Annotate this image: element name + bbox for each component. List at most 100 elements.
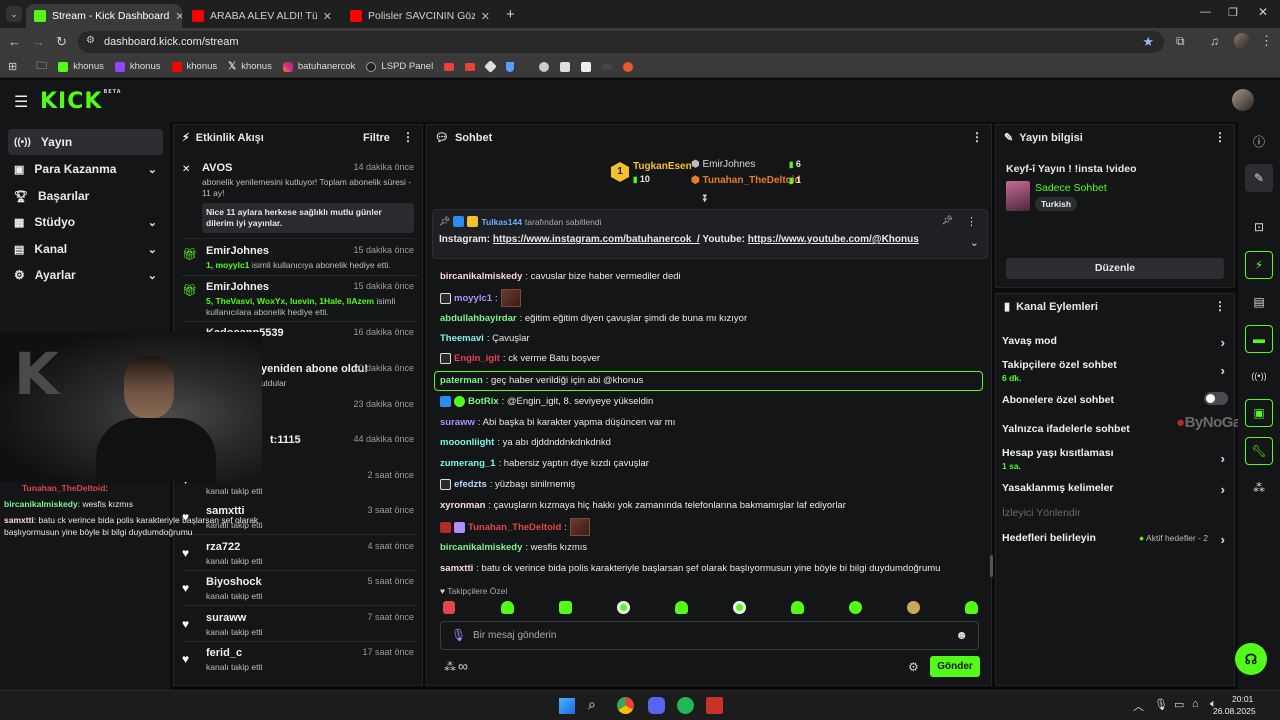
extensions-icon[interactable]: ⧉ [1176,34,1185,49]
new-tab-plus-icon[interactable]: + [506,6,515,23]
discord-icon[interactable] [648,697,665,714]
more-options-icon[interactable]: ⋮ [402,130,414,144]
grid-icon[interactable] [560,61,571,72]
start-menu-icon[interactable] [559,698,575,714]
tab-youtube-2[interactable]: Polisler SAVCININ Gözünün Yaş... ✕ [342,4,498,28]
close-icon[interactable]: ✕ [481,10,490,23]
globe-icon[interactable] [539,61,550,72]
display-tray-icon[interactable]: ▭ [1174,698,1184,711]
chat-username[interactable]: Tunahan_TheDeltoid [468,522,561,533]
chat-username[interactable]: bircanikalmiskedy [440,542,522,553]
youtube-link[interactable]: https://www.youtube.com/@Khonus [748,234,919,245]
emote-icon[interactable] [559,601,572,614]
chat-bubble-icon[interactable]: ▬ [1245,325,1273,353]
bookmark-kick[interactable]: khonus [58,61,104,72]
chat-scrollbar[interactable] [990,555,993,577]
forward-icon[interactable]: → [32,34,45,49]
tab-search-icon[interactable]: ⌄ [6,6,22,22]
action-account-age[interactable]: Hesap yaşı kısıtlaması 1 sa. › [1002,447,1227,471]
send-button[interactable]: Gönder [930,656,980,677]
emote-icon[interactable] [965,601,978,614]
app-icon[interactable] [706,697,723,714]
gmail-favicon-icon[interactable] [444,62,455,71]
bookmark-x[interactable]: 𝕏khonus [228,61,272,72]
tab-youtube-1[interactable]: ARABA ALEV ALDI! Türkiye'de Y... ✕ [184,4,340,28]
user-avatar[interactable] [1232,89,1254,111]
close-icon[interactable]: ✕ [323,10,332,23]
search-icon[interactable]: ⌕ [588,696,596,713]
kick-emote-icon[interactable]: ⁂ [444,660,456,674]
spotify-icon[interactable] [677,697,694,714]
microphone-icon[interactable]: 🎙︎ [451,628,466,642]
clock-date[interactable]: 26.08.2025 [1213,706,1256,716]
close-icon[interactable]: ✕ [175,10,182,23]
category-name[interactable]: Sadece Sohbet [1035,182,1107,194]
apps-grid-icon[interactable]: ⊞ [8,60,17,73]
triangle-icon[interactable] [581,61,592,72]
chat-username[interactable]: suraww [440,417,475,428]
action-subscribers-only[interactable]: Abonelere özel sohbet [1002,392,1228,406]
unpin-icon[interactable]: 📌︎ [942,215,953,226]
chrome-icon[interactable] [617,697,634,714]
action-set-goals[interactable]: Hedefleri belirleyin ● Aktif hedefler - … [1002,532,1227,547]
nav-item-yayin[interactable]: ((•)) Yayın [8,129,163,155]
instagram-link[interactable]: https://www.instagram.com/batuhanercok_/ [493,234,700,245]
emote-icon[interactable] [675,601,688,614]
subscribers-only-toggle[interactable] [1204,392,1228,405]
emote-icon[interactable] [443,601,455,614]
action-followers-only[interactable]: Takipçilere özel sohbet 6 dk. › [1002,359,1227,383]
site-settings-icon[interactable]: ⚙ [86,35,95,46]
wrench-icon[interactable]: 🔧︎ [1245,437,1273,465]
filter-button[interactable]: Filtre [363,132,390,144]
folder-icon[interactable]: 🗀 [36,57,47,76]
edit-stream-button[interactable]: Düzenle [1006,258,1224,279]
more-options-icon[interactable]: ⋮ [1214,130,1226,144]
capture-icon[interactable]: ⊡ [1245,213,1273,241]
bookmark-star-icon[interactable]: ★ [1142,34,1154,50]
action-slow-mode[interactable]: Yavaş mod › [1002,335,1227,350]
clock-time[interactable]: 20:01 [1232,694,1253,704]
bookmark-instagram[interactable]: batuhanercok [282,61,355,72]
bookmark-twitch[interactable]: khonus [114,61,161,72]
kick-emote-icon[interactable]: ⁂ [1245,474,1273,502]
chat-username[interactable]: zumerang_1 [440,458,495,469]
collapse-icon[interactable]: ⏬︎ [703,193,709,206]
minimize-icon[interactable]: — [1200,6,1211,18]
emoji-picker-icon[interactable]: ☻ [955,628,968,642]
more-options-icon[interactable]: ⋮ [971,130,983,144]
chat-username[interactable]: samxtti [440,563,473,574]
browser-menu-icon[interactable]: ⋮ [1260,33,1273,49]
chat-settings-gear-icon[interactable]: ⚙ [908,660,919,674]
lightning-icon[interactable]: ⚡︎ [1245,251,1273,279]
mic-tray-icon[interactable]: 🎙︎ [1154,698,1168,711]
chat-username[interactable]: Theemavi [440,333,484,344]
chat-input-box[interactable]: 🎙︎ Bir mesaj gönderin ☻ [440,621,979,650]
chat-username[interactable]: paterman [440,375,483,386]
bookmark-lspd[interactable]: LSPD Panel [366,61,433,72]
nav-item-basarilar[interactable]: 🏆︎ Başarılar [8,183,163,209]
broadcast-icon[interactable]: ((•)) [1245,362,1273,390]
bookmark-icon[interactable] [623,61,634,72]
tab-kick-dashboard[interactable]: Stream - Kick Dashboard ✕ [26,4,182,28]
chat-username[interactable]: Engin_igit [454,353,500,364]
hamburger-menu-icon[interactable]: ☰ [14,92,28,112]
emote-icon[interactable] [849,601,862,614]
chat-username[interactable]: xyronman [440,500,485,511]
address-bar[interactable]: ⚙ dashboard.kick.com/stream ★ [78,31,1164,53]
emote-icon[interactable] [617,601,630,614]
action-banned-words[interactable]: Yasaklanmış kelimeler › [1002,482,1227,497]
nav-item-para-kazanma[interactable]: ▣ Para Kazanma ⌄ [8,156,163,182]
channel-actions-icon[interactable]: ▣ [1245,399,1273,427]
bookmark-youtube[interactable]: khonus [171,61,217,72]
profile-avatar[interactable] [1234,33,1250,49]
window-close-icon[interactable]: ✕ [1258,5,1268,19]
emote-icon[interactable] [733,601,746,614]
emote-icon[interactable] [907,601,920,614]
network-tray-icon[interactable]: ⌂ [1192,698,1199,710]
nav-item-studyo[interactable]: ▦ Stüdyo ⌄ [8,209,163,235]
chat-username[interactable]: efedzts [454,479,487,490]
media-icon[interactable]: ♫ [1210,34,1219,48]
emote-icon[interactable] [501,601,514,614]
chat-username[interactable]: abdullahbayirdar [440,313,517,324]
pencil-icon[interactable]: ✎ [1245,164,1273,192]
